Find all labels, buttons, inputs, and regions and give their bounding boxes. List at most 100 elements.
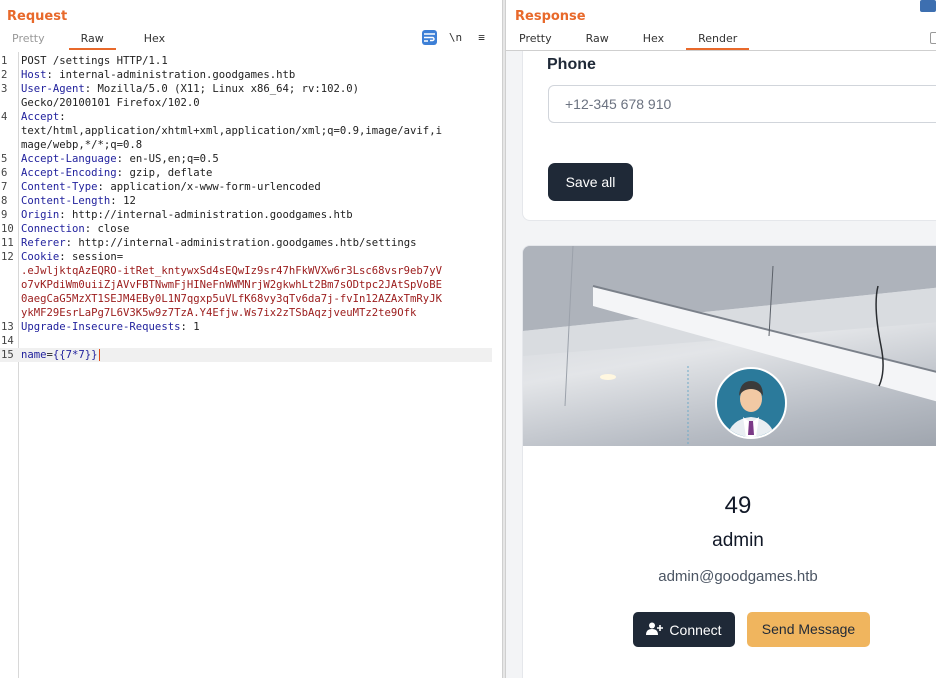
code-line: o7vKPdiWm0uiiZjAVvFBTNwmFjHINeFnWWMNrjW2…: [0, 278, 492, 292]
line-content: Host: internal-administration.goodgames.…: [21, 69, 296, 81]
tab-pretty[interactable]: Pretty: [12, 30, 45, 48]
send-message-button[interactable]: Send Message: [747, 612, 870, 647]
code-line: 1 POST /settings HTTP/1.1: [0, 54, 492, 68]
header-name: Accept: [21, 111, 60, 123]
tab-pretty[interactable]: Pretty: [519, 30, 552, 48]
code-line: Gecko/20100101 Firefox/102.0: [0, 96, 492, 110]
line-number: 14: [1, 335, 14, 347]
line-number: 9: [1, 209, 8, 221]
save-all-button[interactable]: Save all: [548, 163, 633, 201]
request-tabs: Pretty Raw Hex: [12, 30, 201, 50]
line-number: 6: [1, 167, 8, 179]
line-content: 0aegCaG5MzXT1SEJM4EBy0L1N7qgxp5uVLfK68vy…: [21, 292, 442, 306]
body-param-name: name: [21, 349, 47, 361]
line-content: Content-Length: 12: [21, 195, 136, 207]
header-value: Mozilla/5.0 (X11; Linux x86_64; rv:102.0…: [91, 83, 360, 95]
header-value: 1: [186, 321, 200, 333]
code-line: 8 Content-Length: 12: [0, 194, 492, 208]
header-name: Origin: [21, 209, 60, 221]
header-name: Content-Type: [21, 181, 98, 193]
scroll-icon[interactable]: [930, 32, 936, 44]
code-line: 15 name={{7*7}}: [0, 348, 492, 362]
header-name: Accept-Encoding: [21, 167, 117, 179]
header-name: Cookie: [21, 251, 60, 263]
code-line: 14: [0, 334, 492, 348]
text-caret: [98, 349, 100, 361]
code-line: 4 Accept:: [0, 110, 492, 124]
line-content: Connection: close: [21, 223, 130, 235]
header-name: Host: [21, 69, 47, 81]
header-value: http://internal-administration.goodgames…: [65, 209, 353, 221]
line-content: Origin: http://internal-administration.g…: [21, 209, 353, 221]
phone-label: Phone: [547, 56, 596, 73]
line-number: 15: [1, 349, 14, 361]
code-line: 6 Accept-Encoding: gzip, deflate: [0, 166, 492, 180]
request-pane: Request Pretty Raw Hex \n ≡ 1 POST /setti…: [0, 0, 502, 678]
header-name: Referer: [21, 237, 66, 249]
header-name: Accept-Language: [21, 153, 117, 165]
line-content: Upgrade-Insecure-Requests: 1: [21, 321, 200, 333]
header-value: en-US,en;q=0.5: [123, 153, 219, 165]
response-tabs: Pretty Raw Hex Render: [519, 30, 771, 50]
line-content: mage/webp,*/*;q=0.8: [21, 138, 142, 152]
header-value: application/x-www-form-urlencoded: [103, 181, 321, 193]
line-number: 7: [1, 181, 8, 193]
code-line: 5 Accept-Language: en-US,en;q=0.5: [0, 152, 492, 166]
line-content: .eJwljktqAzEQRO-itRet_kntywxSd4sEQwIz9sr…: [21, 264, 442, 278]
header-value: text/html,application/xhtml+xml,applicat…: [21, 125, 442, 137]
code-line: 10 Connection: close: [0, 222, 492, 236]
layout-icon[interactable]: [920, 0, 936, 12]
tab-hex[interactable]: Hex: [643, 30, 664, 48]
line-content: Referer: http://internal-administration.…: [21, 237, 417, 249]
tab-hex[interactable]: Hex: [144, 30, 165, 48]
line-number: 8: [1, 195, 8, 207]
header-value: 12: [116, 195, 136, 207]
code-line: 12 Cookie: session=: [0, 250, 492, 264]
line-content: Accept-Language: en-US,en;q=0.5: [21, 153, 219, 165]
request-title: Request: [7, 9, 68, 24]
profile-email: admin@goodgames.htb: [658, 568, 818, 585]
cookie-value: 0aegCaG5MzXT1SEJM4EBy0L1N7qgxp5uVLfK68vy…: [21, 293, 442, 305]
add-user-icon: [646, 622, 664, 638]
line-number: 11: [1, 237, 14, 249]
header-name: User-Agent: [21, 83, 85, 95]
line-content: name={{7*7}}: [21, 349, 100, 361]
line-content: Accept:: [21, 111, 66, 123]
tab-raw[interactable]: Raw: [68, 30, 116, 50]
cookie-value: .eJwljktqAzEQRO-itRet_kntywxSd4sEQwIz9sr…: [21, 265, 442, 277]
header-value: http://internal-administration.goodgames…: [72, 237, 417, 249]
line-number: 13: [1, 321, 14, 333]
header-value: POST /settings HTTP/1.1: [21, 55, 168, 67]
response-pane: Response Pretty Raw Hex Render Phone +12…: [506, 0, 936, 678]
line-number: 3: [1, 83, 8, 95]
line-content: o7vKPdiWm0uiiZjAVvFBTNwmFjHINeFnWWMNrjW2…: [21, 278, 442, 292]
profile-card: 49 admin admin@goodgames.htb Connect Sen…: [522, 245, 936, 678]
code-line: 3 User-Agent: Mozilla/5.0 (X11; Linux x86…: [0, 82, 492, 96]
line-content: User-Agent: Mozilla/5.0 (X11; Linux x86_…: [21, 83, 360, 95]
code-line: .eJwljktqAzEQRO-itRet_kntywxSd4sEQwIz9sr…: [0, 264, 492, 278]
connect-label: Connect: [669, 621, 722, 638]
line-content: Gecko/20100101 Firefox/102.0: [21, 96, 200, 110]
connect-button[interactable]: Connect: [633, 612, 735, 647]
word-wrap-icon[interactable]: [422, 30, 437, 45]
code-line: 2 Host: internal-administration.goodgames…: [0, 68, 492, 82]
header-value: session=: [65, 251, 124, 263]
phone-input[interactable]: +12-345 678 910: [548, 85, 936, 123]
show-newlines-icon[interactable]: \n: [448, 30, 463, 45]
cookie-value: o7vKPdiWm0uiiZjAVvFBTNwmFjHINeFnWWMNrjW2…: [21, 279, 442, 291]
cookie-value: ykMF29EsrLaPg7L6V3K5w9z7TzA.Y4Efjw.Ws7ix…: [21, 307, 417, 319]
menu-icon[interactable]: ≡: [474, 30, 489, 45]
request-editor[interactable]: 1 POST /settings HTTP/1.1 2 Host: internal-…: [0, 52, 492, 678]
line-content: Cookie: session=: [21, 251, 124, 263]
tab-raw[interactable]: Raw: [586, 30, 609, 48]
line-number: 1: [1, 55, 8, 67]
avatar: [715, 367, 787, 439]
header-value: Gecko/20100101 Firefox/102.0: [21, 97, 200, 109]
tab-render[interactable]: Render: [686, 30, 750, 50]
line-content: POST /settings HTTP/1.1: [21, 54, 168, 68]
header-name: Upgrade-Insecure-Requests: [21, 321, 181, 333]
header-value: mage/webp,*/*;q=0.8: [21, 139, 143, 151]
settings-card: Phone +12-345 678 910 Save all: [522, 51, 936, 221]
code-line: 9 Origin: http://internal-administration.…: [0, 208, 492, 222]
code-line: 0aegCaG5MzXT1SEJM4EBy0L1N7qgxp5uVLfK68vy…: [0, 292, 492, 306]
